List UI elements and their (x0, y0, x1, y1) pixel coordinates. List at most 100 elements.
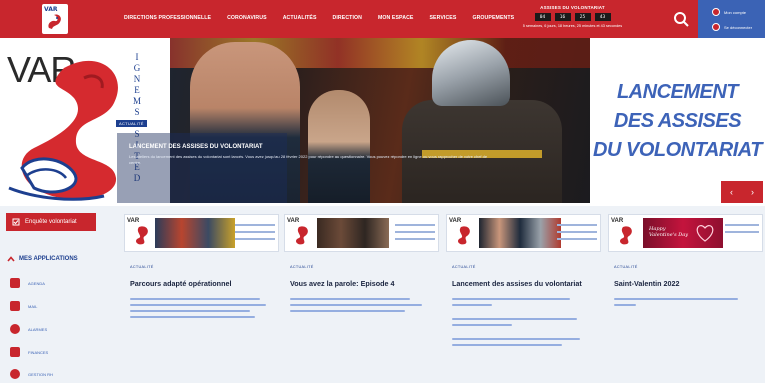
nav-item-directions[interactable]: DIRECTIONS PROFESSIONNELLE (124, 15, 211, 21)
nav-item-groupements[interactable]: GROUPEMENTS (472, 15, 514, 21)
seahorse-icon (296, 226, 308, 245)
nav-item-direction[interactable]: DIRECTION (333, 15, 362, 21)
vertical-letter: E (134, 85, 140, 95)
thumb-caption (557, 219, 597, 247)
card-thumbnail: VAR (124, 214, 279, 252)
countdown-weeks: 04 (534, 13, 551, 21)
vertical-letter: M (132, 96, 141, 106)
card-thumbnail: VAR (284, 214, 439, 252)
card-thumb-image (317, 218, 389, 248)
nav-item-coronavirus[interactable]: CORONAVIRUS (227, 15, 267, 21)
app-mail[interactable]: MAIL (10, 301, 37, 311)
seahorse-logo-icon (48, 14, 61, 29)
card-thumbnail: VAR (446, 214, 601, 252)
news-card[interactable]: VAR ACTUALITÉ Parcours adapté opérationn… (124, 214, 279, 379)
logout-link[interactable]: Se déconnecter (712, 23, 752, 31)
countdown-days: 16 (554, 13, 571, 21)
app-alarmes[interactable]: ALARMES (10, 324, 47, 334)
app-label: MAIL (28, 303, 38, 309)
thumb-logo: VAR (287, 218, 313, 248)
hero-caption-title[interactable]: LANCEMENT DES ASSISES DU VOLONTARIAT (129, 144, 263, 150)
chevron-up-icon (7, 256, 15, 262)
countdown-widget: ASSISES DU VOLONTARIAT 04 16 25 43 5 sem… (510, 5, 635, 28)
app-label: FINANCES (28, 349, 49, 355)
card-title[interactable]: Vous avez la parole: Episode 4 (290, 279, 395, 288)
app-label: GESTION RH (28, 371, 53, 377)
calendar-icon (10, 278, 20, 288)
countdown-text: 5 semaines, 6 jours, 18 heures, 25 minut… (522, 24, 623, 28)
seahorse-icon (620, 226, 632, 245)
my-account-link[interactable]: Mon compte (712, 8, 746, 16)
my-account-label: Mon compte (724, 9, 747, 15)
news-card[interactable]: VAR ACTUALITÉ Lancement des assises du v… (446, 214, 601, 379)
card-category: ACTUALITÉ (130, 265, 154, 269)
card-excerpt (452, 298, 592, 350)
heart-icon (696, 225, 714, 242)
thumb-caption (725, 219, 759, 247)
card-thumbnail: VAR Happy Valentine's Day (608, 214, 763, 252)
thumb-caption (395, 219, 435, 247)
logout-icon (712, 23, 720, 31)
card-title[interactable]: Parcours adapté opérationnel (130, 279, 231, 288)
photo-firefighter-coat (402, 100, 562, 203)
card-thumb-image: Happy Valentine's Day (643, 218, 723, 248)
top-navigation-bar: VAR DIRECTIONS PROFESSIONNELLE CORONAVIR… (0, 0, 765, 38)
vertical-letter: S (134, 107, 140, 117)
app-label: ALARMES (28, 326, 48, 332)
card-thumb-image (155, 218, 235, 248)
vertical-letter: G (133, 63, 141, 73)
edit-icon (10, 347, 20, 357)
vertical-letter: N (133, 74, 141, 84)
app-agenda[interactable]: AGENDA (10, 278, 45, 288)
hero-headline-line: DES ASSISES (613, 110, 742, 132)
mail-icon (10, 301, 20, 311)
search-icon (674, 12, 689, 27)
seahorse-icon (136, 226, 148, 245)
countdown-title: ASSISES DU VOLONTARIAT (540, 5, 605, 10)
news-card[interactable]: VAR ACTUALITÉ Vous avez la parole: Episo… (284, 214, 439, 379)
photo-person (308, 90, 370, 203)
card-category: ACTUALITÉ (290, 265, 314, 269)
nav-item-mon-espace[interactable]: MON ESPACE (378, 15, 414, 21)
apps-section-title: MES APPLICATIONS (19, 256, 78, 262)
seahorse-emblem-icon (8, 60, 118, 201)
card-thumb-image (479, 218, 561, 248)
valentine-caption: Happy Valentine's Day (649, 226, 689, 238)
hero-headline-line: LANCEMENT (616, 81, 739, 103)
apps-section-header[interactable]: MES APPLICATIONS (7, 256, 78, 262)
person-icon (10, 369, 20, 379)
card-category: ACTUALITÉ (452, 265, 476, 269)
card-title[interactable]: Lancement des assises du volontariat (452, 279, 582, 288)
logout-label: Se déconnecter (724, 24, 753, 30)
countdown-blocks: 04 16 25 43 (510, 13, 635, 21)
carousel-prev-button[interactable]: ‹ (730, 187, 733, 197)
search-button[interactable] (672, 10, 690, 28)
card-excerpt (130, 298, 270, 322)
hero-headline-line: DU VOLONTARIAT (593, 139, 762, 161)
site-logo[interactable]: VAR (42, 4, 68, 34)
app-gestion-rh[interactable]: GESTION RH (10, 369, 53, 379)
user-icon (712, 8, 720, 16)
carousel-next-button[interactable]: › (751, 187, 754, 197)
vertical-letter: I (135, 52, 139, 62)
hero-headline: LANCEMENT DES ASSISES DU VOLONTARIAT (590, 78, 765, 165)
thumb-caption (235, 219, 275, 247)
countdown-minutes: 43 (594, 13, 611, 21)
thumb-logo: VAR (127, 218, 153, 248)
survey-button[interactable]: Enquête volontariat (6, 213, 96, 231)
hero-caption-description: Les ateliers du lancement des assises du… (129, 154, 488, 165)
card-title[interactable]: Saint-Valentin 2022 (614, 279, 680, 288)
alarm-icon (10, 324, 20, 334)
main-nav: DIRECTIONS PROFESSIONNELLE CORONAVIRUS A… (124, 15, 530, 21)
survey-icon (12, 218, 20, 226)
nav-item-actualites[interactable]: ACTUALITÉS (283, 15, 317, 21)
card-excerpt (614, 298, 754, 310)
card-category: ACTUALITÉ (614, 265, 638, 269)
nav-item-services[interactable]: SERVICES (429, 15, 456, 21)
app-finances[interactable]: FINANCES (10, 347, 48, 357)
thumb-logo: VAR (449, 218, 475, 248)
hero-category-tag: ACTUALITÉ (116, 120, 147, 127)
thumb-logo: VAR (611, 218, 637, 248)
account-panel: Mon compte Se déconnecter (698, 0, 765, 38)
news-card[interactable]: VAR Happy Valentine's Day ACTUALITÉ Sain… (608, 214, 763, 379)
